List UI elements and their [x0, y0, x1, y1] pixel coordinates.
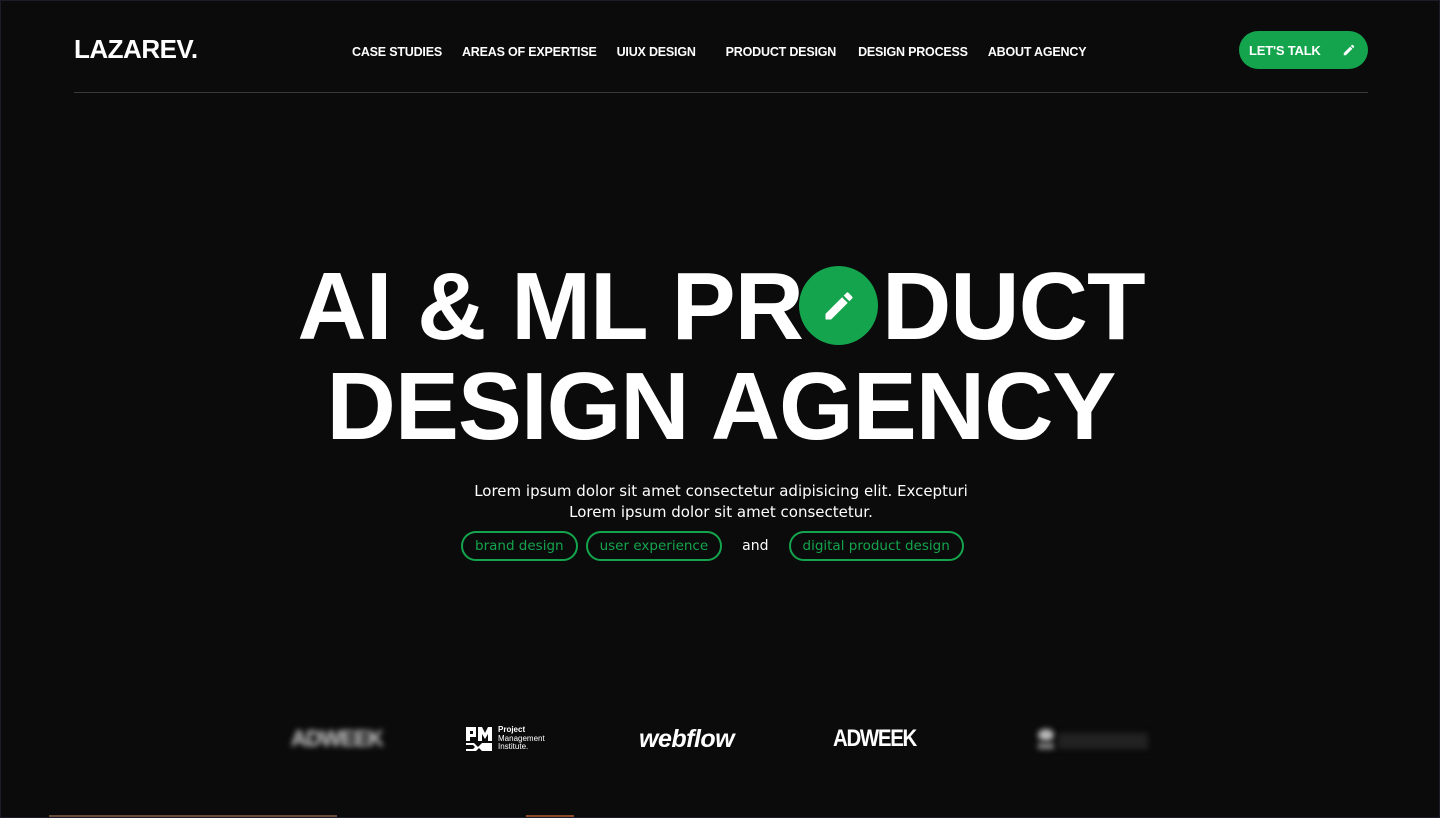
hero-subtitle-line1: Lorem ipsum dolor sit amet consectetur a… — [474, 482, 968, 500]
lets-talk-label: LET'S TALK — [1249, 42, 1321, 58]
client-logo-webflow: webflow — [639, 721, 735, 757]
next-section-edge — [49, 815, 337, 817]
pmi-wordmark: Project Management Institute. — [498, 726, 545, 752]
tag-digital-product-design[interactable]: digital product design — [788, 531, 964, 561]
nav-case-studies[interactable]: CASE STUDIES — [352, 45, 442, 59]
blurred-logo-icon — [1036, 727, 1151, 751]
hero-subtitle: Lorem ipsum dolor sit amet consectetur a… — [1, 481, 1440, 523]
client-logo-blurred-adweek: ADWEEK — [291, 721, 384, 757]
nav-product-design[interactable]: PRODUCT DESIGN — [726, 45, 837, 59]
hero-pencil-badge — [799, 266, 878, 345]
brand-logo[interactable]: LAZAREV. — [74, 34, 198, 65]
pencil-icon — [825, 291, 853, 319]
tag-brand-design[interactable]: brand design — [461, 531, 578, 561]
tag-user-experience[interactable]: user experience — [585, 531, 723, 561]
hero-title-line2: DESIGN AGENCY — [326, 353, 1117, 460]
service-tags: brand design user experience and digital… — [461, 531, 964, 561]
page: LAZAREV. CASE STUDIES AREAS OF EXPERTISE… — [0, 0, 1440, 818]
nav-design-process[interactable]: DESIGN PROCESS — [858, 45, 968, 59]
blurred-adweek-text: ADWEEK — [291, 726, 384, 751]
hero-title-line1-start: AI & ML PR — [297, 253, 804, 360]
webflow-wordmark: webflow — [639, 724, 735, 753]
nav-uiux-design[interactable]: UIUX DESIGN — [617, 45, 696, 59]
hero-subtitle-line2: Lorem ipsum dolor sit amet consectetur. — [569, 503, 873, 521]
pmi-line3: Institute. — [498, 742, 529, 752]
hero-title-line1-end: DUCT — [881, 253, 1146, 360]
hero-title-line1: AI & ML PR DUCT — [1, 257, 1440, 357]
tags-and-text: and — [742, 538, 769, 554]
client-logo-adweek: ADWEEK — [833, 721, 931, 757]
client-logos: ADWEEK Project Management Institute. web… — [1, 721, 1440, 757]
pencil-icon — [1343, 44, 1355, 56]
nav-areas-of-expertise[interactable]: AREAS OF EXPERTISE — [462, 45, 597, 59]
client-logo-blurred — [1036, 721, 1151, 757]
pmi-icon — [466, 727, 492, 751]
adweek-wordmark: ADWEEK — [833, 725, 917, 752]
site-header: LAZAREV. CASE STUDIES AREAS OF EXPERTISE… — [74, 1, 1368, 93]
nav-about-agency[interactable]: ABOUT AGENCY — [988, 45, 1087, 59]
next-section-edge-accent — [526, 815, 574, 817]
main-nav: CASE STUDIES AREAS OF EXPERTISE UIUX DES… — [352, 45, 1087, 59]
client-logo-pmi: Project Management Institute. — [466, 721, 545, 757]
lets-talk-button[interactable]: LET'S TALK — [1239, 31, 1368, 69]
